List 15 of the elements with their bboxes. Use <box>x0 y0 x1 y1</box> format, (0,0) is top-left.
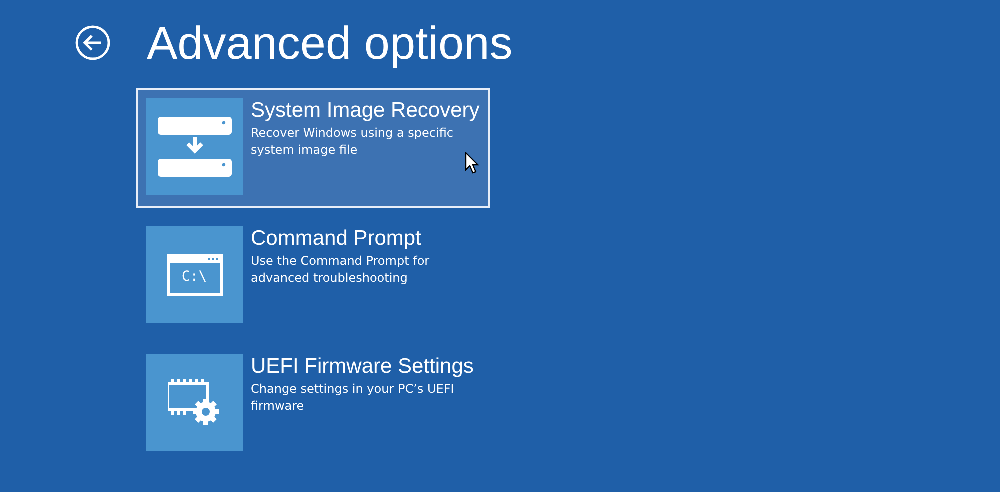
option-item[interactable]: System Image Recovery Recover Windows using a specific system image file <box>136 88 490 208</box>
console-window-icon: C:\ <box>166 254 222 296</box>
option-description: Use the Command Prompt for advanced troubleshooting <box>251 253 431 287</box>
option-title: UEFI Firmware Settings <box>251 354 475 379</box>
option-item[interactable]: C:\ Command Prompt Use the Command Prompt for advanced troubleshooting <box>136 216 490 336</box>
chip-gear-icon <box>168 378 222 426</box>
option-description: Recover Windows using a specific system image file <box>251 125 454 159</box>
option-title: System Image Recovery <box>251 98 481 123</box>
page-title: Advanced options <box>147 20 513 66</box>
mouse-pointer-icon <box>465 152 479 174</box>
back-button[interactable] <box>75 25 111 61</box>
option-item[interactable]: UEFI Firmware Settings Change settings in your PC’s UEFI firmware <box>136 344 490 464</box>
option-title: Command Prompt <box>251 226 422 251</box>
option-description: Change settings in your PC’s UEFI firmware <box>251 381 456 415</box>
drive-download-icon <box>158 116 232 176</box>
